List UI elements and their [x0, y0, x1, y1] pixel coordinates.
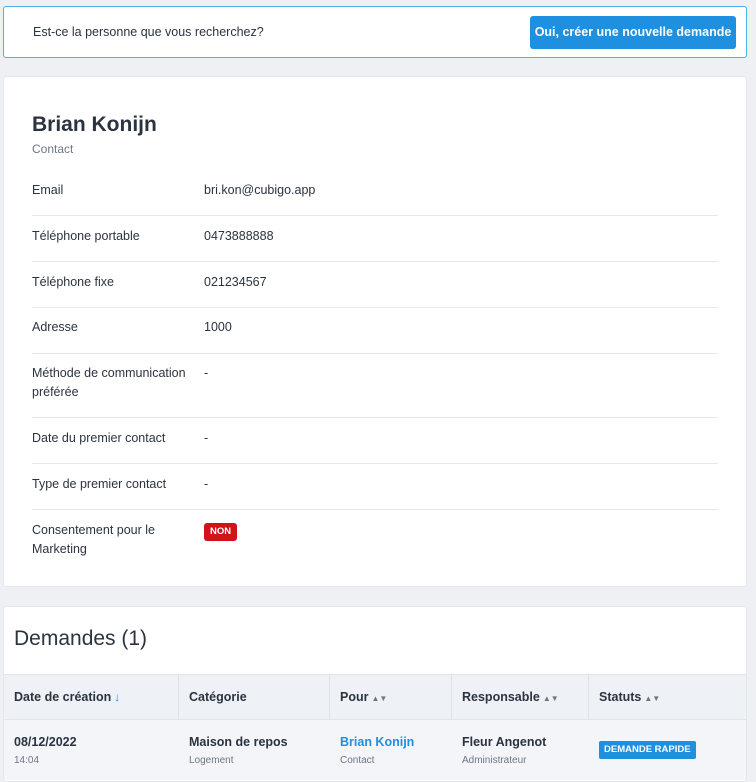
category-name: Maison de repos	[189, 735, 288, 749]
consent-badge: NON	[204, 523, 238, 541]
column-label: Statuts	[599, 690, 642, 704]
field-label: Adresse	[32, 320, 78, 334]
column-label: Pour	[340, 690, 369, 704]
banner-question: Est-ce la personne que vous recherchez?	[33, 25, 264, 39]
cell-status: DEMANDE RAPIDE	[589, 720, 746, 780]
table-header: Date de création ↓ Catégorie Pour ▲▼ Respo…	[4, 674, 746, 720]
column-label: Date de création	[14, 690, 112, 704]
confirmation-banner: Est-ce la personne que vous recherchez? …	[3, 6, 747, 58]
field-mobile-phone: Téléphone portable 0473888888	[32, 227, 718, 262]
requests-title: Demandes (1)	[14, 627, 148, 650]
field-label: Téléphone portable	[32, 229, 140, 243]
cell-for: Brian Konijn Contact	[330, 720, 452, 780]
column-header-owner[interactable]: Responsable ▲▼	[452, 675, 589, 719]
contact-type: Contact	[32, 142, 74, 156]
field-value: -	[204, 366, 209, 380]
field-value: -	[204, 431, 209, 445]
create-request-button[interactable]: Oui, créer une nouvelle demande	[530, 16, 736, 49]
field-label: Téléphone fixe	[32, 275, 115, 289]
field-label: Consentement pour le Marketing	[32, 523, 155, 556]
field-value: 1000	[204, 320, 232, 334]
field-label: Date du premier contact	[32, 431, 166, 445]
column-header-for[interactable]: Pour ▲▼	[330, 675, 452, 719]
owner-role: Administrateur	[462, 755, 527, 766]
cell-category: Maison de repos Logement	[179, 720, 330, 780]
requests-card: Demandes (1) Date de création ↓ Catégorie…	[3, 606, 747, 782]
field-label: Type de premier contact	[32, 477, 167, 491]
table-row[interactable]: 08/12/2022 14:04 Maison de repos Logemen…	[4, 720, 746, 780]
for-sub: Contact	[340, 755, 375, 766]
cell-owner: Fleur Angenot Administrateur	[452, 720, 589, 780]
sort-both-icon: ▲▼	[371, 694, 388, 703]
column-header-category[interactable]: Catégorie	[179, 675, 330, 719]
created-time: 14:04	[14, 755, 40, 766]
field-value: bri.kon@cubigo.app	[204, 183, 316, 197]
field-address: Adresse 1000	[32, 318, 718, 354]
column-header-status[interactable]: Statuts ▲▼	[589, 675, 746, 719]
field-first-contact-date: Date du premier contact -	[32, 429, 718, 464]
field-value: -	[204, 477, 209, 491]
field-first-contact-type: Type de premier contact -	[32, 475, 718, 510]
field-label: Méthode de communication préférée	[32, 366, 186, 399]
field-label: Email	[32, 183, 64, 197]
field-preferred-communication: Méthode de communication préférée -	[32, 364, 718, 418]
column-header-created-date[interactable]: Date de création ↓	[4, 675, 179, 719]
field-email: Email bri.kon@cubigo.app	[32, 181, 718, 216]
field-value: 0473888888	[204, 229, 274, 243]
created-date: 08/12/2022	[14, 735, 77, 749]
field-landline-phone: Téléphone fixe 021234567	[32, 273, 718, 308]
category-sub: Logement	[189, 755, 234, 766]
sort-desc-icon: ↓	[114, 690, 121, 704]
field-value: 021234567	[204, 275, 267, 289]
status-badge: DEMANDE RAPIDE	[599, 741, 696, 759]
contact-name: Brian Konijn	[32, 113, 157, 136]
field-marketing-consent: Consentement pour le Marketing NON	[32, 521, 718, 575]
for-contact-link[interactable]: Brian Konijn	[340, 735, 414, 749]
sort-both-icon: ▲▼	[542, 694, 559, 703]
contact-card: Brian Konijn Contact Email bri.kon@cubig…	[3, 76, 747, 587]
sort-both-icon: ▲▼	[644, 694, 661, 703]
column-label: Responsable	[462, 690, 540, 704]
column-label: Catégorie	[189, 690, 247, 704]
cell-created-date: 08/12/2022 14:04	[4, 720, 179, 780]
owner-name: Fleur Angenot	[462, 735, 547, 749]
field-value: NON	[204, 521, 238, 541]
